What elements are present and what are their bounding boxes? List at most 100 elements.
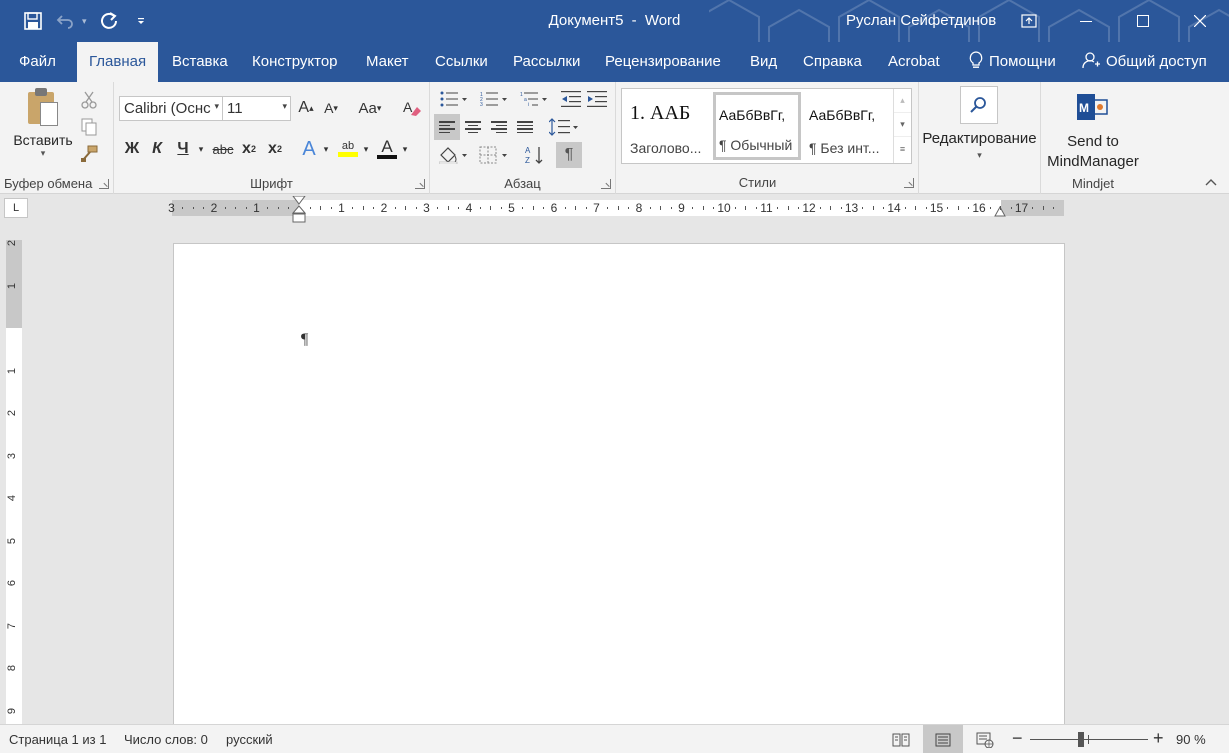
document-page[interactable]: ¶ [173,243,1065,724]
share-button[interactable]: Общий доступ [1070,42,1219,82]
line-spacing-button[interactable] [546,114,582,140]
horizontal-ruler[interactable]: 3 2 1 1 2 3 4 5 6 7 8 9 10 11 12 13 14 15 16 17 [168,196,1064,223]
maximize-button[interactable] [1114,0,1171,42]
read-mode-button[interactable] [881,725,921,753]
tab-help[interactable]: Справка [791,42,874,82]
ruler-number: 1 [6,367,19,374]
bold-button[interactable]: Ж [120,136,144,162]
font-name-value: Calibri (Оснс [124,100,211,117]
ribbon-tabs: Файл Главная Вставка Конструктор Макет С… [0,42,1229,82]
tab-references[interactable]: Ссылки [423,42,500,82]
cut-button[interactable] [77,88,101,112]
bullets-button[interactable] [436,86,472,112]
italic-button[interactable]: К [146,136,168,162]
font-name-combo[interactable]: Calibri (Оснс ▾ [119,96,223,121]
tab-view[interactable]: Вид [738,42,789,82]
styles-scroll-up-icon[interactable]: ▴ [894,89,911,113]
ruler-tick [458,207,460,209]
ruler-number: 6 [550,201,558,215]
tab-file[interactable]: Файл [7,42,68,82]
align-right-button[interactable] [486,114,512,140]
change-case-button[interactable]: Aa ▾ [352,96,388,120]
tab-layout[interactable]: Макет [354,42,420,82]
zoom-level[interactable]: 90 % [1176,732,1206,747]
tab-mailings[interactable]: Рассылки [501,42,592,82]
numbering-icon: 123 [480,92,507,107]
show-marks-button[interactable]: ¶ [556,142,582,168]
sort-button[interactable]: AZ [522,142,548,168]
strikethrough-button[interactable]: abc [210,136,236,162]
ruler-tick [660,206,662,210]
style-no-spacing[interactable]: АаБбВвГг, ¶ Без инт... [803,92,891,160]
print-layout-button[interactable] [923,725,963,753]
paste-button[interactable]: Вставить ▾ [8,88,78,159]
font-launcher-icon[interactable] [415,179,425,189]
web-layout-icon [976,732,994,748]
zoom-out-button[interactable]: − [1012,728,1023,749]
clipboard-launcher-icon[interactable] [99,179,109,189]
tab-review[interactable]: Рецензирование [593,42,733,82]
style-normal[interactable]: АаБбВвГг, ¶ Обычный [713,92,801,160]
align-left-button[interactable] [434,114,460,140]
underline-dropdown-icon[interactable]: ▾ [196,136,206,162]
ruler-tick [947,207,949,209]
zoom-in-button[interactable]: + [1153,728,1164,749]
font-color-dropdown-icon[interactable]: ▾ [400,136,410,162]
font-name-dropdown-icon[interactable]: ▾ [214,101,219,112]
highlight-button[interactable]: ab [336,136,360,162]
tab-insert[interactable]: Вставка [160,42,240,82]
zoom-slider-thumb[interactable] [1078,732,1084,747]
font-size-combo[interactable]: 11 ▾ [222,96,291,121]
styles-more-icon[interactable]: ≡ [894,137,911,161]
underline-button[interactable]: Ч [172,136,194,162]
tab-home[interactable]: Главная [77,42,159,82]
tab-selector[interactable]: L [4,198,28,218]
font-size-dropdown-icon[interactable]: ▾ [282,101,287,112]
increase-indent-button[interactable] [584,86,610,112]
highlight-dropdown-icon[interactable]: ▾ [361,136,371,162]
paragraph-launcher-icon[interactable] [601,179,611,189]
mindjet-line1: Send to [1067,133,1119,150]
indent-markers[interactable] [292,196,306,224]
vertical-ruler[interactable]: 2 1 1 2 3 4 5 6 7 8 9 [6,240,22,724]
ribbon-display-options-button[interactable] [1000,0,1057,42]
word-count[interactable]: Число слов: 0 [124,732,208,747]
shrink-font-button[interactable]: A ▾ [319,96,343,120]
grow-font-button[interactable]: A ▴ [294,96,318,120]
close-button[interactable] [1171,0,1228,42]
user-name[interactable]: Руслан Сейфетдинов [846,12,996,29]
justify-button[interactable] [512,114,538,140]
shading-button[interactable] [436,142,472,168]
subscript-button[interactable]: x2 [238,136,260,162]
text-effects-dropdown-icon[interactable]: ▾ [321,136,331,162]
style-heading1[interactable]: 1. ААБ Заголово... [624,92,712,160]
font-color-button[interactable]: A [375,136,399,162]
tab-design[interactable]: Конструктор [240,42,350,82]
page-count[interactable]: Страница 1 из 1 [9,732,106,747]
text-effects-button[interactable]: A [298,136,320,162]
borders-button[interactable] [476,142,512,168]
styles-launcher-icon[interactable] [904,178,914,188]
ruler-tick [830,206,832,210]
superscript-button[interactable]: x2 [264,136,286,162]
clear-formatting-button[interactable]: A [400,96,424,120]
align-center-button[interactable] [460,114,486,140]
decrease-indent-button[interactable] [558,86,584,112]
tab-tell-me[interactable]: Помощни [957,42,1068,82]
collapse-ribbon-button[interactable] [1205,173,1217,189]
paste-dropdown-icon[interactable]: ▾ [8,148,78,159]
multilevel-list-button[interactable]: 1ai [516,86,552,112]
mindmanager-icon: M [1077,92,1109,125]
send-to-mindmanager-button[interactable]: Send to MindManager [1041,132,1145,172]
language-indicator[interactable]: русский [226,732,273,747]
styles-scroll-down-icon[interactable]: ▾ [894,113,911,137]
minimize-button[interactable] [1057,0,1114,42]
web-layout-button[interactable] [965,725,1005,753]
zoom-slider-track[interactable] [1030,739,1148,740]
format-painter-button[interactable] [77,142,101,166]
editing-group[interactable]: Редактирование ▾ [919,82,1041,194]
numbering-button[interactable]: 123 [476,86,512,112]
ruler-tick [607,207,609,209]
copy-button[interactable] [77,115,101,139]
tab-acrobat[interactable]: Acrobat [876,42,952,82]
